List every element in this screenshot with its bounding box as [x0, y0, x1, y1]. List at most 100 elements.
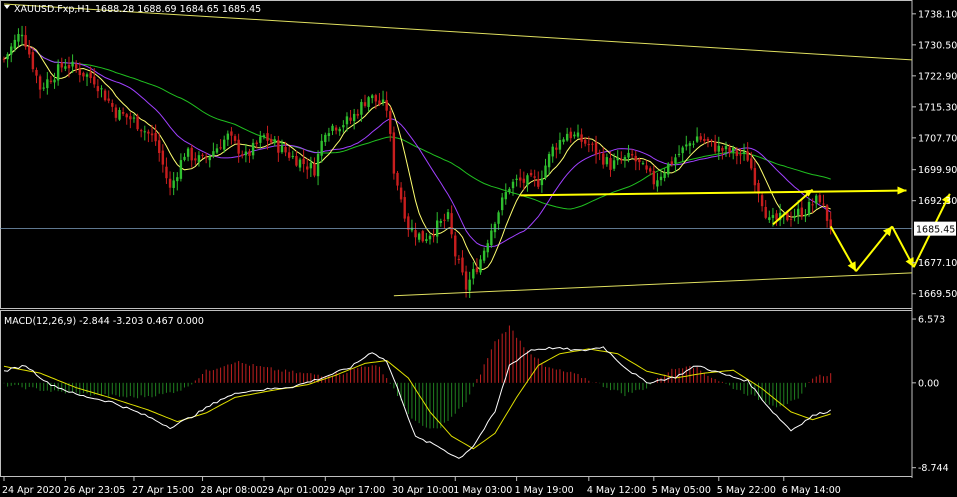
candle-body: [450, 213, 453, 235]
candle-body: [497, 212, 500, 224]
candle-body: [381, 99, 385, 103]
candle-body: [244, 151, 248, 156]
candle-body: [529, 172, 533, 176]
main-panel-frame: [0, 0, 913, 309]
time-axis-label: 5 May 22:00: [717, 485, 776, 496]
candle-body: [493, 223, 497, 233]
candle-body: [569, 131, 572, 139]
candle-body: [417, 233, 421, 240]
candle-body: [118, 109, 121, 120]
candle-body: [331, 125, 334, 131]
candle-body: [562, 139, 565, 142]
candle-body: [114, 107, 118, 118]
candle-body: [403, 197, 406, 219]
macd-tick-label: 6.573: [918, 315, 945, 326]
candle-body: [327, 133, 331, 137]
candle-body: [500, 197, 504, 211]
candle-body: [634, 155, 637, 162]
candle-body: [356, 113, 359, 116]
candle-body: [273, 139, 276, 144]
candle-body: [656, 180, 659, 187]
candle-body: [692, 143, 695, 145]
candle-body: [724, 146, 728, 150]
candle-body: [728, 147, 731, 153]
time-axis-label: 6 May 14:00: [782, 485, 841, 496]
candle-body: [515, 178, 518, 180]
candle-body: [573, 134, 576, 137]
candle-body: [6, 54, 9, 60]
candles-group: [2, 25, 832, 298]
candle-body: [555, 147, 558, 150]
candle-body: [461, 257, 464, 273]
candle-body: [111, 102, 114, 107]
candle-body: [161, 150, 165, 165]
candle-body: [309, 162, 313, 169]
price-tick-label: 1730.50: [918, 40, 957, 51]
time-axis-label: 26 Apr 23:05: [63, 485, 125, 496]
price-tick-label: 1669.50: [918, 289, 957, 300]
candle-body: [648, 168, 652, 172]
candle-body: [266, 133, 269, 141]
candle-body: [439, 221, 443, 223]
candle-body: [38, 76, 42, 90]
candle-body: [699, 136, 702, 140]
candle-body: [609, 158, 612, 170]
candle-body: [35, 69, 38, 76]
time-axis-label: 1 May 03:00: [453, 485, 512, 496]
candle-body: [85, 74, 89, 77]
ma-mid-line: [3, 44, 831, 248]
candle-body: [96, 86, 100, 92]
candle-body: [82, 72, 85, 77]
price-chart[interactable]: 1738.10 1730.50 1722.90 1715.30 1707.70 1699.…: [0, 0, 957, 497]
candle-body: [746, 151, 749, 161]
candle-body: [695, 136, 699, 142]
candle-body: [190, 147, 193, 161]
candle-body: [248, 151, 251, 156]
candle-body: [645, 165, 648, 170]
candle-body: [612, 160, 616, 169]
candle-body: [576, 132, 580, 137]
candle-body: [641, 163, 645, 165]
candle-body: [605, 157, 609, 165]
candle-body: [768, 217, 771, 221]
candle-body: [407, 216, 410, 230]
candle-body: [811, 204, 814, 206]
candle-body: [504, 192, 507, 200]
candle-body: [472, 268, 475, 279]
candle-body: [24, 35, 27, 47]
candle-body: [389, 111, 392, 134]
candle-body: [186, 148, 190, 157]
candle-body: [136, 115, 139, 130]
candle-body: [183, 156, 186, 160]
candle-body: [139, 130, 143, 132]
candle-body: [519, 177, 522, 181]
candle-body: [414, 230, 417, 238]
candle-body: [454, 235, 457, 257]
candle-body: [251, 142, 255, 156]
candle-body: [374, 95, 378, 102]
macd-main-line: [3, 346, 831, 459]
candle-body: [172, 180, 175, 188]
candle-body: [399, 187, 403, 200]
candle-body: [154, 132, 157, 142]
candle-body: [13, 39, 17, 49]
candle-body: [703, 139, 706, 142]
candle-body: [56, 64, 60, 81]
candle-body: [713, 141, 717, 152]
candle-body: [670, 161, 674, 165]
ma-fast-line: [3, 44, 831, 271]
time-axis-label: 28 Apr 08:00: [201, 485, 263, 496]
candle-body: [565, 133, 569, 141]
candle-body: [107, 98, 110, 101]
candle-body: [46, 79, 49, 89]
candle-body: [291, 155, 294, 158]
candle-body: [89, 72, 92, 79]
candle-body: [230, 131, 233, 136]
candle-body: [735, 150, 739, 156]
candle-body: [342, 125, 345, 128]
price-tick-label: 1707.70: [918, 133, 957, 144]
candle-body: [688, 143, 692, 146]
candle-body: [742, 151, 746, 154]
candle-body: [443, 219, 446, 221]
candle-body: [284, 146, 287, 153]
